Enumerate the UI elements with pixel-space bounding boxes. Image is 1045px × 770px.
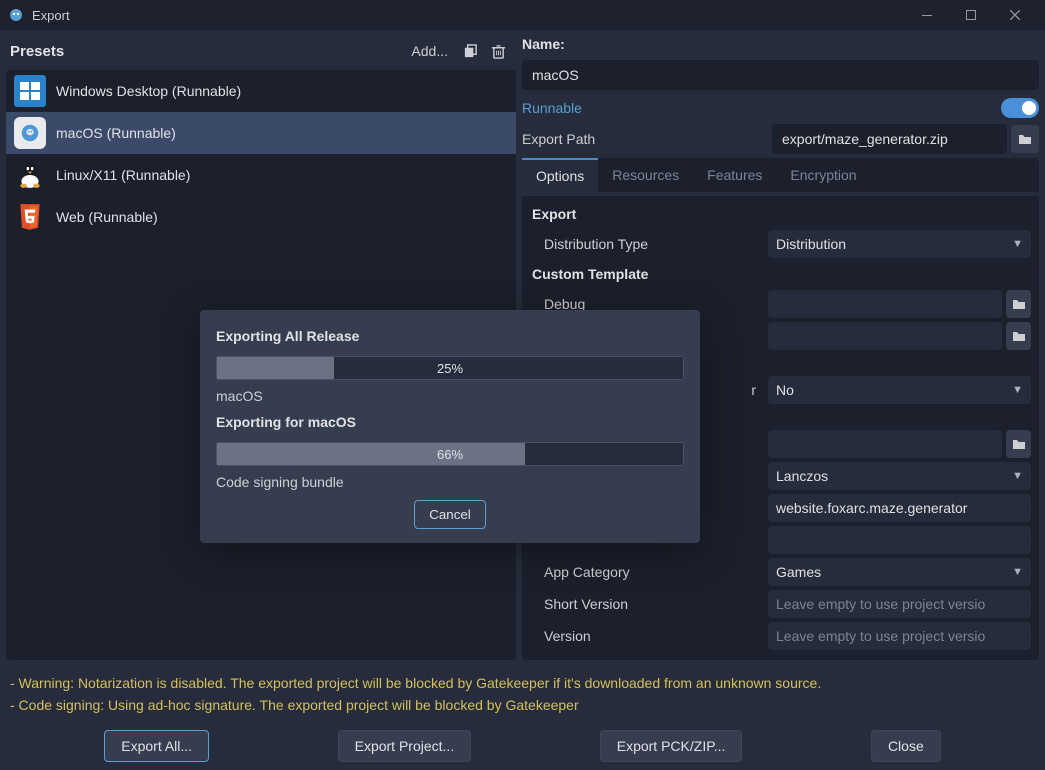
prop-short-version-label: Short Version [522,596,768,612]
titlebar: Export [0,0,1045,30]
runnable-label: Runnable [522,100,993,116]
runnable-toggle[interactable] [1001,98,1039,118]
window-title: Export [32,8,905,23]
prop-file-input[interactable] [768,430,1002,458]
maximize-button[interactable] [949,0,993,30]
tab-options[interactable]: Options [522,158,598,192]
presets-title: Presets [10,43,411,60]
tab-encryption[interactable]: Encryption [776,158,870,192]
prop-debug-browse-icon[interactable] [1006,290,1031,318]
options-tabs: Options Resources Features Encryption [522,158,1039,192]
close-button[interactable] [993,0,1037,30]
chevron-down-icon: ▼ [1012,238,1023,250]
prop-app-category-value[interactable]: Games▼ [768,558,1031,586]
modal-title-2: Exporting for macOS [216,414,684,430]
prop-lanczos-dropdown[interactable]: Lanczos▼ [768,462,1031,490]
prop-debug-input[interactable] [768,290,1002,318]
html5-icon [14,201,46,233]
export-progress-dialog: Exporting All Release 25% macOS Exportin… [200,310,700,543]
delete-preset-icon[interactable] [484,37,512,65]
prop-distribution-type-label: Distribution Type [522,236,768,252]
export-project-button[interactable]: Export Project... [338,730,472,762]
progress-bar-1: 25% [216,356,684,380]
preset-item-macos[interactable]: macOS (Runnable) [6,112,516,154]
linux-icon [14,159,46,191]
prop-version-label: Version [522,628,768,644]
prop-file-browse-icon[interactable] [1006,430,1031,458]
prop-bundle-id-input[interactable] [768,494,1031,522]
windows-icon [14,75,46,107]
section-export: Export [522,200,1039,228]
export-pck-button[interactable]: Export PCK/ZIP... [600,730,743,762]
warning-line: - Warning: Notarization is disabled. The… [10,672,1035,694]
modal-sub-2: Code signing bundle [216,474,684,490]
macos-icon [14,117,46,149]
prop-app-category-label: App Category [522,564,768,580]
export-path-browse-icon[interactable] [1011,125,1039,153]
section-custom-template: Custom Template [522,260,1039,288]
preset-item-windows[interactable]: Windows Desktop (Runnable) [6,70,516,112]
preset-label: Windows Desktop (Runnable) [56,83,241,99]
export-path-label: Export Path [522,131,768,147]
export-all-button[interactable]: Export All... [104,730,209,762]
cancel-export-button[interactable]: Cancel [414,500,486,529]
warnings-area: - Warning: Notarization is disabled. The… [0,666,1045,722]
close-dialog-button[interactable]: Close [871,730,941,762]
preset-item-linux[interactable]: Linux/X11 (Runnable) [6,154,516,196]
tab-resources[interactable]: Resources [598,158,693,192]
prop-no-dropdown[interactable]: No▼ [768,376,1031,404]
modal-sub-1: macOS [216,388,684,404]
chevron-down-icon: ▼ [1012,566,1023,578]
prop-release-input[interactable] [768,322,1002,350]
name-input[interactable] [522,60,1039,90]
preset-label: Linux/X11 (Runnable) [56,167,190,183]
tab-features[interactable]: Features [693,158,776,192]
prop-empty-input[interactable] [768,526,1031,554]
warning-line: - Code signing: Using ad-hoc signature. … [10,694,1035,716]
copy-preset-icon[interactable] [456,37,484,65]
app-icon [8,7,24,23]
prop-distribution-type-value[interactable]: Distribution▼ [768,230,1031,258]
progress-bar-2: 66% [216,442,684,466]
chevron-down-icon: ▼ [1012,470,1023,482]
preset-label: Web (Runnable) [56,209,158,225]
export-path-input[interactable] [772,124,1007,154]
chevron-down-icon: ▼ [1012,384,1023,396]
preset-label: macOS (Runnable) [56,125,176,141]
name-label: Name: [522,36,1039,52]
minimize-button[interactable] [905,0,949,30]
preset-item-web[interactable]: Web (Runnable) [6,196,516,238]
prop-short-version-input[interactable] [768,590,1031,618]
prop-release-browse-icon[interactable] [1006,322,1031,350]
modal-title-1: Exporting All Release [216,328,684,344]
prop-version-input[interactable] [768,622,1031,650]
add-preset-button[interactable]: Add... [411,43,448,59]
